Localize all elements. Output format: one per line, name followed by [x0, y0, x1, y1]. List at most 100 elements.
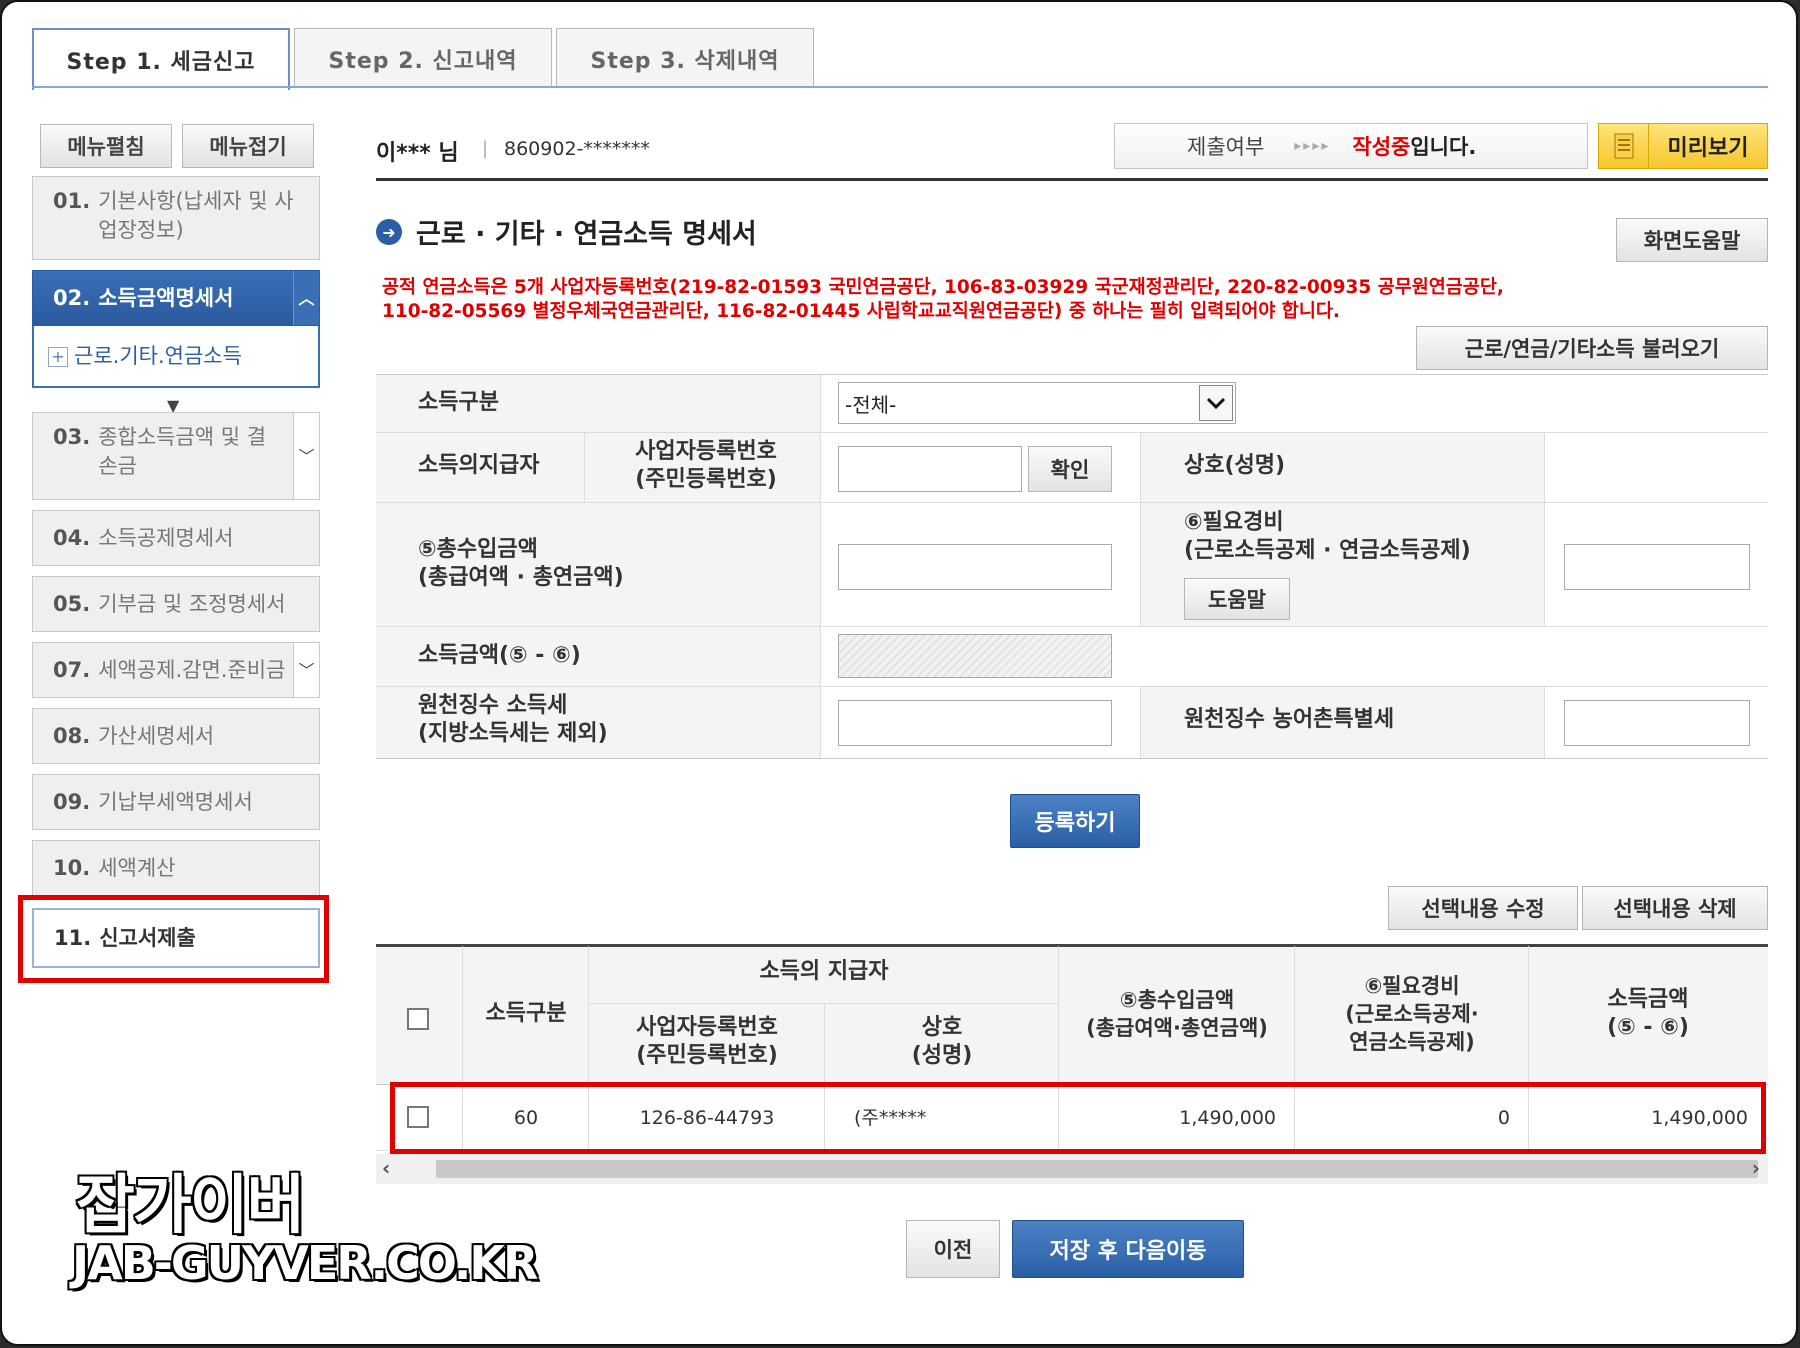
sidebar-item-num: 09.	[53, 790, 91, 814]
row-line	[376, 374, 1768, 375]
income-amount-label: 소득금액(⑤ - ⑥)	[418, 643, 581, 668]
bizno-input[interactable]	[838, 446, 1022, 492]
header-line: (주민등록번호)	[636, 1043, 778, 1068]
header-divider	[376, 178, 1768, 181]
withholding-tax-input[interactable]	[838, 700, 1112, 746]
sidebar-item-label: 기납부세액명세서	[98, 790, 253, 814]
sidebar-item-basic-info[interactable]: 01. 기본사항(납세자 및 사업장정보)	[32, 176, 320, 260]
bizno-label: 사업자등록번호 (주민등록번호)	[626, 438, 786, 494]
sidebar-item-comprehensive[interactable]: 03. 종합소득금액 및 결손금 ﹀	[32, 412, 320, 500]
tab-underline	[32, 86, 1768, 88]
sidebar-item-num: 03.	[53, 425, 91, 449]
col-header-total: ⑤총수입금액 (총급여액·총연금액)	[1060, 986, 1294, 1042]
plus-icon: +	[48, 347, 68, 367]
preview-label: 미리보기	[1667, 136, 1749, 161]
sidebar-item-label: 세액계산	[98, 856, 176, 880]
sidebar-item-prepaid[interactable]: 09. 기납부세액명세서	[32, 774, 320, 830]
expense-label: ⑥필요경비 (근로소득공제 · 연금소득공제)	[1184, 509, 1471, 565]
expense-input[interactable]	[1564, 544, 1750, 590]
header-line: (⑤ - ⑥)	[1607, 1015, 1689, 1040]
load-income-button[interactable]: 근로/연금/기타소득 불러오기	[1416, 326, 1768, 370]
delete-selected-button[interactable]: 선택내용 삭제	[1582, 886, 1768, 930]
income-type-select[interactable]: -전체-	[838, 382, 1236, 424]
total-income-label: ⑤총수입금액 (총급여액 · 총연금액)	[418, 536, 624, 592]
sidebar-item-num: 04.	[53, 526, 91, 550]
scroll-left-icon[interactable]: ‹	[382, 1156, 390, 1180]
col-header-payer: 소득의 지급자	[759, 959, 889, 984]
company-name-label: 상호(성명)	[1184, 453, 1286, 478]
app-window: Step 1. 세금신고 Step 2. 신고내역 Step 3. 삭제내역 메…	[0, 0, 1798, 1346]
menu-expand-button[interactable]: 메뉴펼침	[40, 124, 172, 168]
income-amount-field	[838, 634, 1112, 678]
col-line	[1140, 686, 1141, 758]
income-type-selected: -전체-	[845, 392, 897, 417]
chevron-down-icon[interactable]: ﹀	[293, 413, 319, 499]
sidebar-item-num: 08.	[53, 724, 91, 748]
document-icon	[1599, 124, 1649, 168]
sidebar-item-label: 세액공제.감면.준비금	[98, 658, 286, 682]
rural-tax-input[interactable]	[1564, 700, 1750, 746]
bizno-label-line: (주민등록번호)	[635, 467, 777, 492]
withholding-label-line: (지방소득세는 제외)	[418, 721, 608, 746]
sidebar-item-num: 02.	[53, 286, 91, 310]
expense-label-line: ⑥필요경비	[1184, 510, 1284, 535]
section-title: 근로 · 기타 · 연금소득 명세서	[416, 219, 757, 250]
prev-button[interactable]: 이전	[906, 1220, 1000, 1278]
tab-step1[interactable]: Step 1. 세금신고	[32, 28, 290, 90]
sidebar-item-label: 소득공제명세서	[98, 526, 234, 550]
sidebar-subitem[interactable]: + 근로.기타.연금소득	[32, 326, 320, 388]
confirm-button[interactable]: 확인	[1028, 446, 1112, 492]
sidebar-subitem-label: 근로.기타.연금소득	[74, 344, 242, 368]
header-line: (총급여액·총연금액)	[1086, 1016, 1268, 1040]
notice-text: 공적 연금소득은 5개 사업자등록번호(219-82-01593 국민연금공단,…	[382, 276, 1772, 324]
sidebar-item-num: 07.	[53, 658, 91, 682]
col-header-expense: ⑥필요경비 (근로소득공제· 연금소득공제)	[1296, 972, 1528, 1056]
sidebar-item-income-statement[interactable]: 02. 소득금액명세서 ︿	[32, 270, 320, 326]
withholding-tax-label: 원천징수 소득세 (지방소득세는 제외)	[418, 692, 608, 748]
sidebar-item-donation[interactable]: 05. 기부금 및 조정명세서	[32, 576, 320, 632]
sidebar-item-tax-calc[interactable]: 10. 세액계산	[32, 840, 320, 896]
col-header-company: 상호 (성명)	[826, 1014, 1058, 1070]
sidebar-item-num: 05.	[53, 592, 91, 616]
sidebar-item-label: 소득금액명세서	[98, 286, 234, 310]
menu-collapse-button[interactable]: 메뉴접기	[182, 124, 314, 168]
help-button[interactable]: 도움말	[1184, 578, 1290, 620]
preview-button[interactable]: 미리보기	[1598, 123, 1768, 169]
chevron-down-icon[interactable]	[1199, 385, 1233, 421]
row-line	[376, 758, 1768, 759]
edit-selected-button[interactable]: 선택내용 수정	[1388, 886, 1578, 930]
header-line: 소득금액	[1607, 987, 1689, 1012]
highlight-box-submit	[18, 895, 329, 983]
status-suffix: 입니다.	[1410, 135, 1477, 159]
submit-status-label: 제출여부	[1187, 135, 1265, 159]
tab-step3[interactable]: Step 3. 삭제내역	[556, 28, 814, 88]
scroll-right-icon[interactable]: ›	[1752, 1156, 1760, 1180]
col-header-bizno: 사업자등록번호 (주민등록번호)	[590, 1014, 824, 1070]
row-line	[376, 626, 1768, 627]
separator: |	[482, 138, 489, 159]
tab-step2[interactable]: Step 2. 신고내역	[294, 28, 552, 88]
register-button[interactable]: 등록하기	[1010, 794, 1140, 848]
chevron-up-icon[interactable]: ︿	[293, 271, 319, 325]
select-all-checkbox[interactable]	[407, 1008, 429, 1030]
header-line: 연금소득공제)	[1349, 1030, 1475, 1054]
expense-label-line: (근로소득공제 · 연금소득공제)	[1184, 538, 1471, 563]
header-line: ⑤총수입금액	[1119, 988, 1235, 1012]
screen-help-button[interactable]: 화면도움말	[1616, 218, 1768, 262]
sidebar-item-tax-credit[interactable]: 07. 세액공제.감면.준비금 ﹀	[32, 642, 320, 698]
scroll-thumb[interactable]	[436, 1160, 1758, 1178]
sidebar-item-label: 기본사항(납세자 및 사업장정보)	[98, 189, 294, 242]
header-line: ⑥필요경비	[1364, 974, 1460, 998]
highlight-box-row	[390, 1082, 1766, 1154]
col-header-amount: 소득금액 (⑤ - ⑥)	[1530, 986, 1766, 1042]
chevron-down-icon[interactable]: ﹀	[293, 643, 319, 697]
total-income-label-line: (총급여액 · 총연금액)	[418, 565, 624, 590]
row-line	[376, 686, 1768, 687]
sidebar-item-penalty[interactable]: 08. 가산세명세서	[32, 708, 320, 764]
row-line	[588, 1003, 1058, 1004]
save-next-button[interactable]: 저장 후 다음이동	[1012, 1220, 1244, 1278]
horizontal-scrollbar[interactable]: ‹ ›	[376, 1154, 1768, 1184]
user-name: 이*** 님	[376, 141, 459, 166]
total-income-input[interactable]	[838, 544, 1112, 590]
sidebar-item-deduction[interactable]: 04. 소득공제명세서	[32, 510, 320, 566]
